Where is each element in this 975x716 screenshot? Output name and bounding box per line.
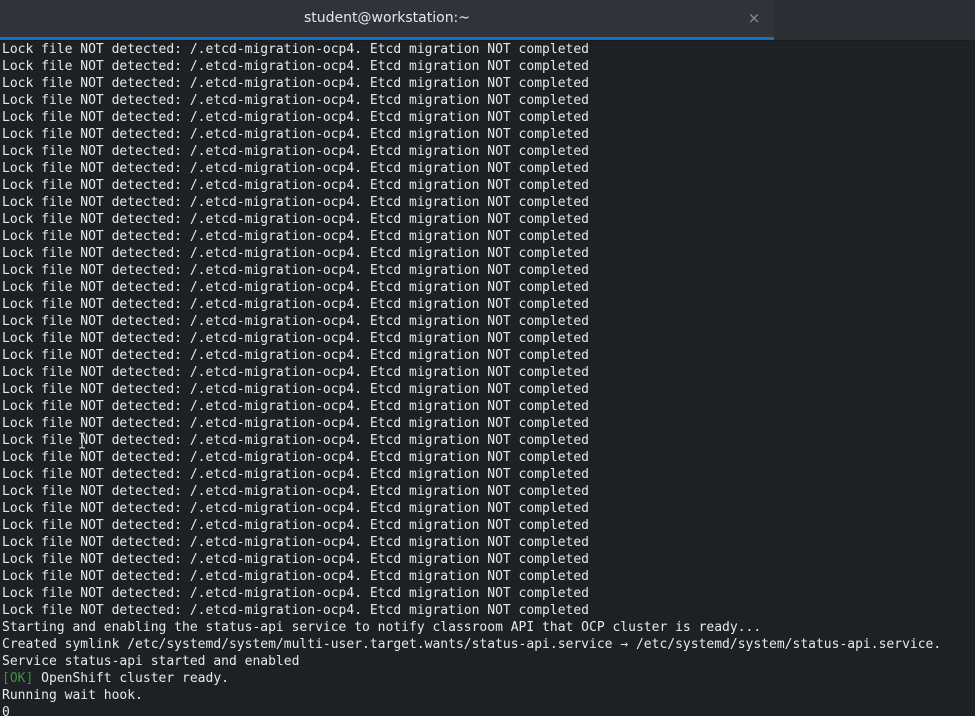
- terminal-line: Lock file NOT detected: /.etcd-migration…: [2, 76, 589, 91]
- terminal-line: [OK] OpenShift cluster ready.: [2, 670, 975, 687]
- terminal-line-text: OpenShift cluster ready.: [33, 671, 229, 686]
- terminal-line: Lock file NOT detected: /.etcd-migration…: [2, 603, 589, 618]
- terminal-line-text: Created symlink /etc/systemd/system/mult…: [2, 637, 942, 652]
- ok-status-tag: [OK]: [2, 671, 34, 686]
- terminal-line: Lock file NOT detected: /.etcd-migration…: [2, 382, 589, 397]
- terminal-line: Lock file NOT detected: /.etcd-migration…: [2, 212, 589, 227]
- terminal-line: Lock file NOT detected: /.etcd-migration…: [2, 144, 589, 159]
- tab-bar: student@workstation:~ ×: [0, 0, 975, 41]
- terminal-line: Lock file NOT detected: /.etcd-migration…: [2, 518, 589, 533]
- tail-line-list: Starting and enabling the status-api ser…: [2, 619, 975, 716]
- terminal-window: student@workstation:~ × Lock file NOT de…: [0, 0, 975, 716]
- terminal-line: Lock file NOT detected: /.etcd-migration…: [2, 331, 589, 346]
- terminal-line: Lock file NOT detected: /.etcd-migration…: [2, 229, 589, 244]
- terminal-line: Lock file NOT detected: /.etcd-migration…: [2, 161, 589, 176]
- terminal-line: Running wait hook.: [2, 687, 975, 704]
- terminal-line: Lock file NOT detected: /.etcd-migration…: [2, 433, 589, 448]
- terminal-line-text: Service status-api started and enabled: [2, 654, 300, 669]
- terminal-line: Lock file NOT detected: /.etcd-migration…: [2, 246, 589, 261]
- terminal-line: Lock file NOT detected: /.etcd-migration…: [2, 59, 589, 74]
- terminal-line: Lock file NOT detected: /.etcd-migration…: [2, 501, 589, 516]
- terminal-line: Lock file NOT detected: /.etcd-migration…: [2, 467, 589, 482]
- terminal-tab[interactable]: student@workstation:~ ×: [0, 0, 774, 40]
- terminal-line: Lock file NOT detected: /.etcd-migration…: [2, 127, 589, 142]
- terminal-line: Starting and enabling the status-api ser…: [2, 619, 975, 636]
- tab-title: student@workstation:~: [303, 10, 471, 26]
- terminal-line-text: Running wait hook.: [2, 688, 143, 703]
- terminal-line: Lock file NOT detected: /.etcd-migration…: [2, 586, 589, 601]
- terminal-line: Lock file NOT detected: /.etcd-migration…: [2, 535, 589, 550]
- terminal-line: Lock file NOT detected: /.etcd-migration…: [2, 314, 589, 329]
- terminal-line: Lock file NOT detected: /.etcd-migration…: [2, 484, 589, 499]
- terminal-line: Lock file NOT detected: /.etcd-migration…: [2, 552, 589, 567]
- terminal-line: Lock file NOT detected: /.etcd-migration…: [2, 365, 589, 380]
- terminal-line: Lock file NOT detected: /.etcd-migration…: [2, 110, 589, 125]
- terminal-line: Lock file NOT detected: /.etcd-migration…: [2, 569, 589, 584]
- terminal-line: Lock file NOT detected: /.etcd-migration…: [2, 93, 589, 108]
- terminal-line: Lock file NOT detected: /.etcd-migration…: [2, 280, 589, 295]
- close-icon[interactable]: ×: [746, 8, 762, 28]
- terminal-line: Lock file NOT detected: /.etcd-migration…: [2, 450, 589, 465]
- terminal-line-text: 0: [2, 705, 10, 716]
- terminal-line: Lock file NOT detected: /.etcd-migration…: [2, 416, 589, 431]
- terminal-line: 0: [2, 704, 975, 716]
- terminal-line: Service status-api started and enabled: [2, 653, 975, 670]
- terminal-line-text: Starting and enabling the status-api ser…: [2, 620, 762, 635]
- terminal-line: Lock file NOT detected: /.etcd-migration…: [2, 178, 589, 193]
- terminal-line: Lock file NOT detected: /.etcd-migration…: [2, 195, 589, 210]
- terminal-line: Created symlink /etc/systemd/system/mult…: [2, 636, 975, 653]
- lock-line-list: Lock file NOT detected: /.etcd-migration…: [2, 41, 975, 619]
- terminal-line: Lock file NOT detected: /.etcd-migration…: [2, 42, 589, 57]
- terminal-line: Lock file NOT detected: /.etcd-migration…: [2, 263, 589, 278]
- terminal-output[interactable]: Lock file NOT detected: /.etcd-migration…: [0, 41, 975, 716]
- terminal-line: Lock file NOT detected: /.etcd-migration…: [2, 399, 589, 414]
- terminal-line: Lock file NOT detected: /.etcd-migration…: [2, 297, 589, 312]
- terminal-line: Lock file NOT detected: /.etcd-migration…: [2, 348, 589, 363]
